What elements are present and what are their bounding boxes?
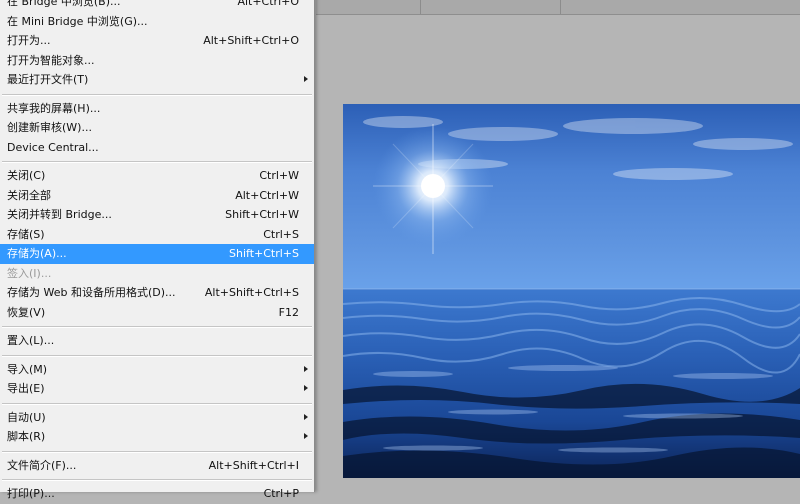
menu-item[interactable]: 在 Bridge 中浏览(B)... Alt+Ctrl+O <box>0 0 314 12</box>
menu-item[interactable]: 导出(E) <box>0 379 314 399</box>
menu-item-label: 在 Mini Bridge 中浏览(G)... <box>7 14 148 28</box>
menu-item[interactable]: 关闭(C) Ctrl+W <box>0 166 314 186</box>
menu-item[interactable]: 创建新审核(W)... <box>0 118 314 138</box>
menu-item-shortcut: Shift+Ctrl+S <box>229 247 299 260</box>
menu-item[interactable]: 恢复(V) F12 <box>0 303 314 323</box>
menu-item-label: 存储为(A)... <box>7 247 67 260</box>
menu-item-shortcut: Alt+Ctrl+W <box>235 188 299 202</box>
menu-item[interactable]: 文件简介(F)... Alt+Shift+Ctrl+I <box>0 456 314 476</box>
menu-item-label: 最近打开文件(T) <box>7 73 89 86</box>
file-menu-dropdown: 在 Bridge 中浏览(B)... Alt+Ctrl+O 在 Mini Bridg… <box>0 0 315 500</box>
menu-item[interactable]: 关闭全部 Alt+Ctrl+W <box>0 186 314 206</box>
menu-separator <box>0 351 314 360</box>
document-canvas[interactable] <box>343 104 800 478</box>
menu-item[interactable]: Device Central... <box>0 138 314 158</box>
menu-item-label: 签入(I)... <box>7 266 52 280</box>
menu-item-label: 脚本(R) <box>7 430 46 443</box>
menu-item[interactable]: 打开为智能对象... <box>0 51 314 71</box>
menu-separator <box>0 475 314 484</box>
menu-item-label: 在 Bridge 中浏览(B)... <box>7 0 121 8</box>
menu-item-shortcut: Alt+Shift+Ctrl+O <box>203 34 299 47</box>
menu-item[interactable]: 存储为 Web 和设备所用格式(D)... Alt+Shift+Ctrl+S <box>0 283 314 303</box>
submenu-arrow-icon <box>304 365 308 372</box>
menu-item-label: 打印(P)... <box>7 487 55 500</box>
menu-separator <box>0 90 314 99</box>
menu-item[interactable]: 打开为... Alt+Shift+Ctrl+O <box>0 31 314 51</box>
menu-item-label: 自动(U) <box>7 410 46 424</box>
menu-item[interactable]: 脚本(R) <box>0 427 314 447</box>
menu-item[interactable]: 置入(L)... <box>0 331 314 351</box>
menu-item[interactable]: 存储为(A)... Shift+Ctrl+S <box>0 244 314 264</box>
menu-item-label: 关闭(C) <box>7 169 46 182</box>
menu-item-label: 创建新审核(W)... <box>7 121 92 134</box>
menu-item-label: 关闭全部 <box>7 188 51 202</box>
menu-separator <box>0 157 314 166</box>
menu-separator <box>0 447 314 456</box>
menu-item-shortcut: Shift+Ctrl+W <box>225 208 299 221</box>
submenu-arrow-icon <box>304 385 308 391</box>
menu-item-shortcut: Ctrl+P <box>263 487 299 500</box>
menu-item-label: 关闭并转到 Bridge... <box>7 208 112 221</box>
menu-item-label: 导入(M) <box>7 362 48 376</box>
submenu-arrow-icon <box>304 76 308 82</box>
menu-item-label: 共享我的屏幕(H)... <box>7 101 101 115</box>
menu-item-label: Device Central... <box>7 140 99 154</box>
ocean-image <box>343 116 800 478</box>
menu-item-label: 导出(E) <box>7 382 45 395</box>
menu-separator <box>0 322 314 331</box>
menu-separator <box>0 399 314 408</box>
menu-item-shortcut: Ctrl+W <box>259 169 299 182</box>
menu-item[interactable]: 关闭并转到 Bridge... Shift+Ctrl+W <box>0 205 314 225</box>
menu-item[interactable]: 存储(S) Ctrl+S <box>0 225 314 245</box>
menu-item-label: 文件简介(F)... <box>7 458 77 472</box>
menu-item[interactable]: 最近打开文件(T) <box>0 70 314 90</box>
tab-divider <box>420 0 421 14</box>
menu-item[interactable]: 导入(M) <box>0 360 314 380</box>
tab-divider <box>560 0 561 14</box>
menu-item-label: 存储(S) <box>7 227 45 241</box>
menu-item-shortcut: F12 <box>278 305 299 319</box>
menu-item-label: 打开为... <box>7 34 51 47</box>
menu-item-shortcut: Ctrl+S <box>263 227 299 241</box>
menu-item-shortcut: Alt+Shift+Ctrl+I <box>208 458 299 472</box>
menu-item[interactable]: 共享我的屏幕(H)... <box>0 99 314 119</box>
menu-item-label: 打开为智能对象... <box>7 53 95 67</box>
submenu-arrow-icon <box>304 433 308 439</box>
menu-item-label: 恢复(V) <box>7 305 46 319</box>
menu-item-label: 置入(L)... <box>7 334 55 347</box>
menu-item[interactable]: 打印(P)... Ctrl+P <box>0 484 314 504</box>
menu-item-shortcut: Alt+Shift+Ctrl+S <box>204 286 299 299</box>
menu-item-label: 存储为 Web 和设备所用格式(D)... <box>7 286 176 299</box>
workspace-tabs-strip <box>316 0 800 15</box>
menu-item: 签入(I)... <box>0 264 314 284</box>
menu-item-shortcut: Alt+Ctrl+O <box>237 0 299 8</box>
menu-item[interactable]: 在 Mini Bridge 中浏览(G)... <box>0 12 314 32</box>
menu-item[interactable]: 自动(U) <box>0 408 314 428</box>
submenu-arrow-icon <box>304 413 308 420</box>
